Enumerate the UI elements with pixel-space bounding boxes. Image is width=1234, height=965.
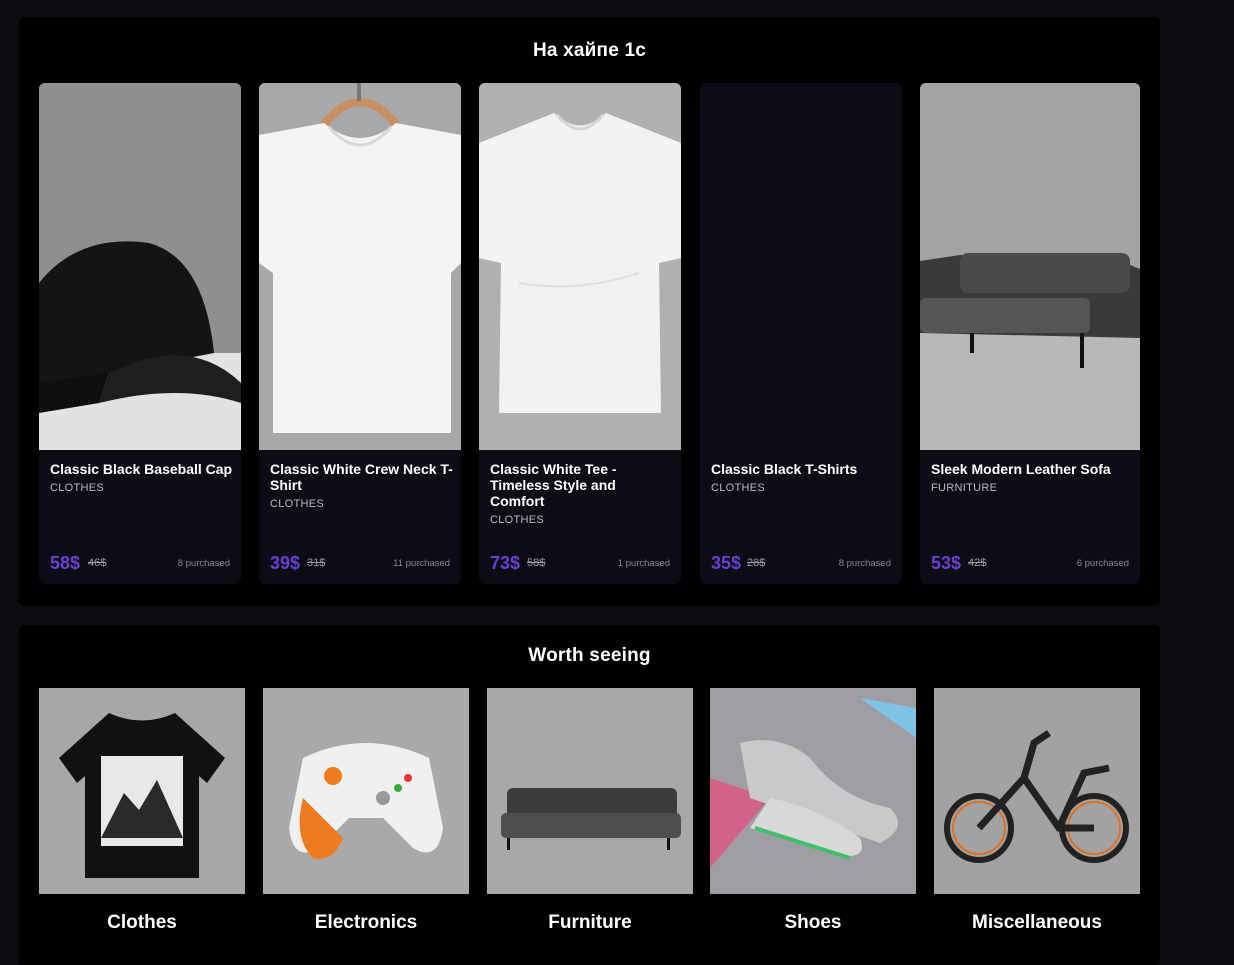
category-label[interactable]: Clothes xyxy=(39,912,245,934)
product-image-white-tee[interactable] xyxy=(479,83,681,450)
product-info-leather-sofa: Sleek Modern Leather Sofa FURNITURE xyxy=(931,461,1132,496)
category-tile-clothes[interactable]: Clothes xyxy=(39,688,245,934)
product-image-cap[interactable] xyxy=(39,83,241,450)
product-info-cap: Classic Black Baseball Cap CLOTHES xyxy=(50,461,233,496)
product-purchased: 1 purchased xyxy=(617,558,670,569)
product-info-white-crew-tshirt: Classic White Crew Neck T-Shirt CLOTHES xyxy=(270,461,453,512)
product-category: CLOTHES xyxy=(270,498,325,510)
product-category: FURNITURE xyxy=(931,482,998,494)
category-tile-miscellaneous[interactable]: Miscellaneous xyxy=(934,688,1140,934)
product-card-white-tee[interactable]: Classic White Tee - Timeless Style and C… xyxy=(479,83,681,584)
product-purchased: 8 purchased xyxy=(838,558,891,569)
product-old-price: 31$ xyxy=(307,557,326,569)
product-purchased: 6 purchased xyxy=(1076,558,1129,569)
product-old-price: 46$ xyxy=(88,557,107,569)
product-info-black-tshirts: Classic Black T-Shirts CLOTHES xyxy=(711,461,894,496)
product-category: CLOTHES xyxy=(50,482,105,494)
product-name[interactable]: Sleek Modern Leather Sofa xyxy=(931,461,1132,477)
product-purchased: 11 purchased xyxy=(393,558,450,569)
worth-seeing-section: Worth seeing Clothes Electronics Furnitu… xyxy=(19,625,1160,965)
product-price: 58$ xyxy=(50,553,81,573)
product-old-price: 42$ xyxy=(968,557,987,569)
hype-title: На хайпе 1с xyxy=(532,40,647,61)
product-image-leather-sofa[interactable] xyxy=(920,83,1140,450)
category-label[interactable]: Miscellaneous xyxy=(934,912,1140,934)
category-label[interactable]: Furniture xyxy=(487,912,693,934)
category-image-clothes[interactable] xyxy=(39,688,245,894)
product-card-white-crew-tshirt[interactable]: Classic White Crew Neck T-Shirt CLOTHES … xyxy=(259,83,461,584)
category-image-shoes[interactable] xyxy=(710,688,916,894)
category-image-miscellaneous[interactable] xyxy=(934,688,1140,894)
hype-section: На хайпе 1с Classic Black Baseball Cap C… xyxy=(19,17,1160,606)
product-image-white-crew-tshirt[interactable] xyxy=(259,83,461,450)
product-price: 73$ xyxy=(490,553,521,573)
product-old-price: 28$ xyxy=(747,557,766,569)
category-label[interactable]: Electronics xyxy=(263,912,469,934)
category-image-electronics[interactable] xyxy=(263,688,469,894)
category-tile-shoes[interactable]: Shoes xyxy=(710,688,916,934)
product-name[interactable]: Classic White Tee - Timeless Style and C… xyxy=(490,461,673,509)
product-card-black-tshirts[interactable]: Classic Black T-Shirts CLOTHES 35$ 28$ 8… xyxy=(700,83,902,584)
product-card-leather-sofa[interactable]: Sleek Modern Leather Sofa FURNITURE 53$ … xyxy=(920,83,1140,584)
category-tile-furniture[interactable]: Furniture xyxy=(487,688,693,934)
worth-seeing-title: Worth seeing xyxy=(528,645,651,666)
product-price: 53$ xyxy=(931,553,962,573)
category-label[interactable]: Shoes xyxy=(710,912,916,934)
product-card-cap[interactable]: Classic Black Baseball Cap CLOTHES 58$ 4… xyxy=(39,83,241,584)
product-name[interactable]: Classic White Crew Neck T-Shirt xyxy=(270,461,453,493)
product-info-white-tee: Classic White Tee - Timeless Style and C… xyxy=(490,461,673,528)
category-image-furniture[interactable] xyxy=(487,688,693,894)
product-category: CLOTHES xyxy=(490,514,545,526)
product-name[interactable]: Classic Black Baseball Cap xyxy=(50,461,233,477)
product-name[interactable]: Classic Black T-Shirts xyxy=(711,461,894,477)
product-image-black-tshirts[interactable] xyxy=(700,83,902,450)
product-purchased: 8 purchased xyxy=(177,558,230,569)
product-category: CLOTHES xyxy=(711,482,766,494)
product-price: 35$ xyxy=(711,553,742,573)
product-old-price: 58$ xyxy=(527,557,546,569)
product-price: 39$ xyxy=(270,553,301,573)
category-tile-electronics[interactable]: Electronics xyxy=(263,688,469,934)
